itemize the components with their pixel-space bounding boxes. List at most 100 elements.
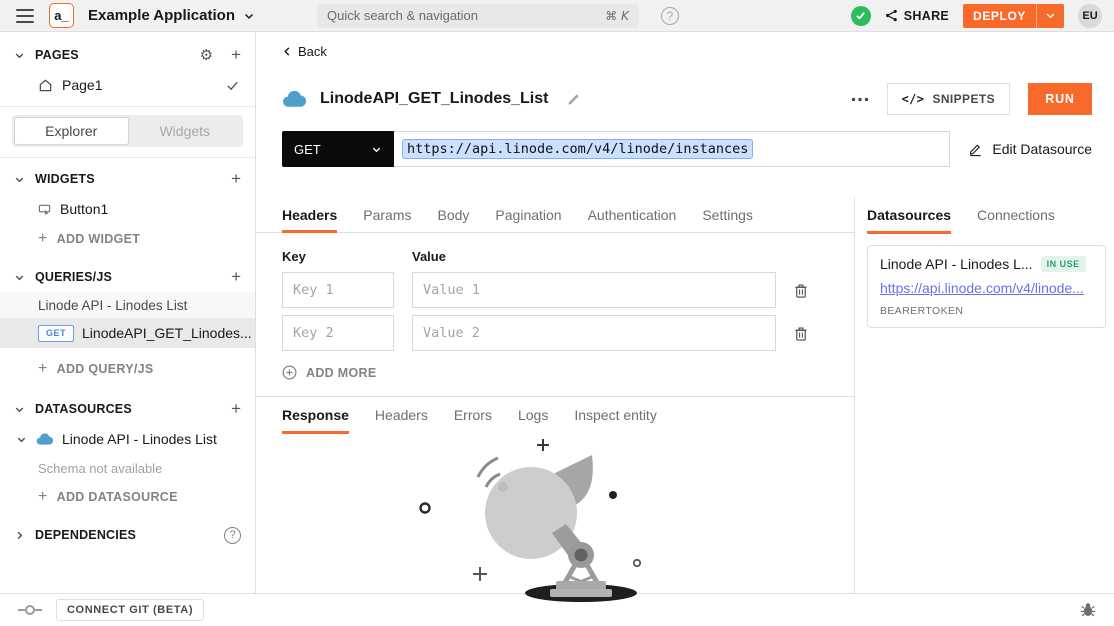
- datasource-auth-type: BEARERTOKEN: [880, 305, 1093, 317]
- deploy-button[interactable]: DEPLOY: [963, 4, 1064, 28]
- widget-name: Button1: [60, 201, 108, 217]
- app-logo[interactable]: a_: [49, 3, 74, 28]
- datasource-url-link[interactable]: https://api.linode.com/v4/linode...: [880, 280, 1093, 296]
- tab-authentication[interactable]: Authentication: [588, 197, 677, 232]
- tab-params[interactable]: Params: [363, 197, 411, 232]
- pages-title: PAGES: [35, 48, 190, 62]
- sidebar-item-datasource[interactable]: Linode API - Linodes List: [0, 424, 255, 454]
- circle-plus-icon: [282, 365, 297, 380]
- datasource-card-name: Linode API - Linodes L...: [880, 256, 1033, 272]
- key-input-2[interactable]: [282, 315, 394, 351]
- key-input-1[interactable]: [282, 272, 394, 308]
- tab-explorer[interactable]: Explorer: [14, 117, 129, 145]
- debug-bug-icon[interactable]: [1080, 602, 1096, 617]
- datasources-title: DATASOURCES: [35, 402, 221, 416]
- app-title[interactable]: Example Application: [88, 7, 235, 24]
- edit-datasource-button[interactable]: Edit Datasource: [968, 141, 1092, 157]
- add-query-button[interactable]: + ADD QUERY/JS: [0, 354, 255, 384]
- chevron-down-icon: [371, 144, 382, 155]
- tab-logs[interactable]: Logs: [518, 397, 548, 433]
- add-page-button[interactable]: +: [231, 45, 241, 65]
- delete-row-2-trash-icon[interactable]: [794, 326, 808, 341]
- schema-status: Schema not available: [0, 454, 255, 482]
- chevron-right-icon: [14, 530, 25, 541]
- sidebar-item-page1[interactable]: Page1: [0, 70, 255, 100]
- chevron-down-icon: [14, 50, 25, 61]
- deploy-label: DEPLOY: [963, 9, 1036, 23]
- header-row-2: [282, 315, 830, 351]
- add-datasource-button[interactable]: + ADD DATASOURCE: [0, 482, 255, 512]
- tab-headers[interactable]: Headers: [282, 197, 337, 232]
- pages-settings-gear-icon[interactable]: ⚙: [200, 46, 213, 64]
- cloud-icon: [36, 433, 53, 446]
- user-avatar[interactable]: EU: [1078, 4, 1102, 28]
- button-widget-icon: [38, 203, 51, 216]
- queries-title: QUERIES/JS: [35, 270, 221, 284]
- value-input-1[interactable]: [412, 272, 776, 308]
- search-input[interactable]: [327, 8, 605, 23]
- value-input-2[interactable]: [412, 315, 776, 351]
- snippets-button[interactable]: </> SNIPPETS: [887, 83, 1010, 115]
- search-shortcut: ⌘ K: [605, 9, 629, 23]
- share-button[interactable]: SHARE: [885, 9, 949, 23]
- query-group-label[interactable]: Linode API - Linodes List: [0, 292, 255, 318]
- http-method-select[interactable]: GET: [282, 131, 394, 167]
- add-widget-plus-button[interactable]: +: [231, 169, 241, 189]
- deploy-chevron-icon[interactable]: [1036, 4, 1064, 28]
- url-input[interactable]: https://api.linode.com/v4/linode/instanc…: [394, 131, 950, 167]
- datasources-section-header[interactable]: DATASOURCES +: [0, 394, 255, 424]
- widgets-section-header[interactable]: WIDGETS +: [0, 164, 255, 194]
- connect-git-button[interactable]: CONNECT GIT (BETA): [56, 599, 204, 621]
- divider: [0, 106, 255, 107]
- home-icon: [38, 78, 53, 93]
- back-button[interactable]: Back: [256, 32, 346, 59]
- widgets-title: WIDGETS: [35, 172, 221, 186]
- more-actions-button[interactable]: [851, 97, 869, 102]
- code-icon: </>: [902, 92, 925, 106]
- hamburger-menu-icon[interactable]: [16, 9, 34, 23]
- add-widget-button[interactable]: + ADD WIDGET: [0, 224, 255, 254]
- delete-row-1-trash-icon[interactable]: [794, 283, 808, 298]
- current-page-check-icon: [226, 79, 239, 92]
- share-label: SHARE: [904, 9, 949, 23]
- tab-settings[interactable]: Settings: [702, 197, 753, 232]
- git-commit-icon: [18, 604, 42, 616]
- method-badge: GET: [38, 325, 74, 342]
- dependencies-help-icon[interactable]: ?: [224, 527, 241, 544]
- tab-connections[interactable]: Connections: [977, 197, 1055, 233]
- chevron-down-icon: [14, 174, 25, 185]
- query-name: LinodeAPI_GET_Linodes...: [82, 325, 252, 341]
- left-sidebar: PAGES ⚙ + Page1 Explorer Widgets WIDGETS…: [0, 32, 256, 593]
- tab-pagination[interactable]: Pagination: [495, 197, 561, 232]
- tab-inspect-entity[interactable]: Inspect entity: [574, 397, 657, 433]
- page-name: Page1: [62, 77, 102, 93]
- datasource-card[interactable]: Linode API - Linodes L... IN USE https:/…: [867, 245, 1106, 328]
- add-more-button[interactable]: ADD MORE: [282, 365, 402, 380]
- cloud-icon: [282, 91, 306, 108]
- queries-section-header[interactable]: QUERIES/JS +: [0, 262, 255, 292]
- in-use-badge: IN USE: [1041, 256, 1086, 272]
- response-tabbar: Response Headers Errors Logs Inspect ent…: [256, 397, 854, 433]
- tab-datasources[interactable]: Datasources: [867, 197, 951, 233]
- request-pane: Headers Params Body Pagination Authentic…: [256, 197, 854, 593]
- tab-widgets[interactable]: Widgets: [129, 117, 242, 145]
- key-column-header: Key: [282, 249, 412, 264]
- quick-search[interactable]: ⌘ K: [317, 4, 639, 28]
- edit-title-pencil-icon[interactable]: [566, 92, 581, 107]
- sidebar-item-query-selected[interactable]: GET LinodeAPI_GET_Linodes...: [0, 318, 255, 348]
- tab-response-headers[interactable]: Headers: [375, 397, 428, 433]
- add-datasource-plus-button[interactable]: +: [231, 399, 241, 419]
- run-button[interactable]: RUN: [1028, 83, 1092, 115]
- chevron-down-icon[interactable]: [243, 10, 255, 22]
- dependencies-section-header[interactable]: DEPENDENCIES ?: [0, 520, 255, 550]
- tab-body[interactable]: Body: [438, 197, 470, 232]
- tab-response[interactable]: Response: [282, 397, 349, 433]
- help-icon[interactable]: ?: [661, 7, 679, 25]
- sidebar-item-button1[interactable]: Button1: [0, 194, 255, 224]
- empty-response-illustration: [256, 433, 854, 593]
- add-query-plus-button[interactable]: +: [231, 267, 241, 287]
- header-row-1: [282, 272, 830, 308]
- divider: [0, 157, 255, 158]
- tab-errors[interactable]: Errors: [454, 397, 492, 433]
- pages-section-header[interactable]: PAGES ⚙ +: [0, 40, 255, 70]
